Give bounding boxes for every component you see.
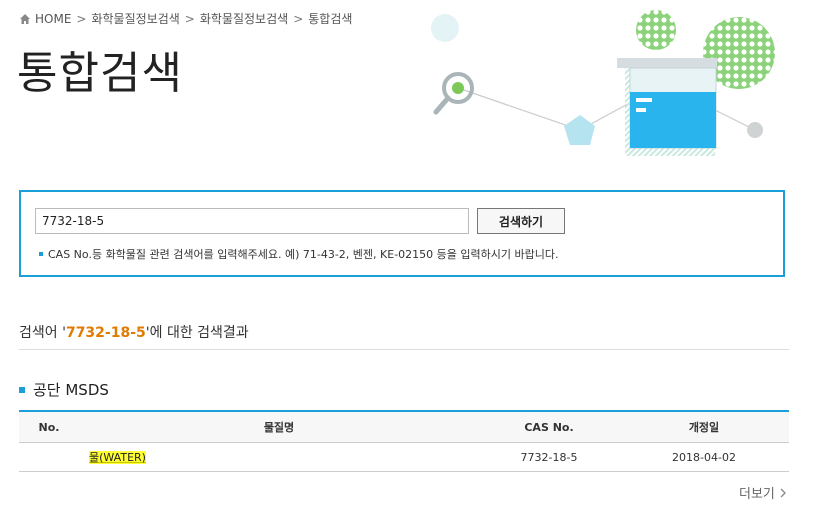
search-panel: 검색하기 CAS No.등 화학물질 관련 검색어를 입력해주세요. 예) 71… <box>19 190 785 277</box>
table-row: 물(WATER) 7732-18-5 2018-04-02 <box>19 442 789 472</box>
page-title: 통합검색 <box>17 48 183 99</box>
bullet-icon <box>39 252 43 256</box>
beaker-icon <box>617 58 717 68</box>
hero-illustration <box>431 10 775 156</box>
section-title-text: 공단 MSDS <box>33 381 109 399</box>
result-suffix: '에 대한 검색결과 <box>145 325 249 341</box>
breadcrumb-item-current: 통합검색 <box>308 12 353 26</box>
result-keyword: 7732-18-5 <box>65 325 146 341</box>
decor-circle-light <box>431 14 459 42</box>
breadcrumb-item-chem-search-2[interactable]: 화학물질정보검색 <box>200 10 288 27</box>
section-bullet-icon <box>19 386 25 393</box>
cell-no <box>19 442 79 472</box>
search-hint-text: CAS No.등 화학물질 관련 검색어를 입력해주세요. 예) 71-43-2… <box>48 248 559 261</box>
result-prefix: 검색어 ' <box>19 325 66 341</box>
column-header-no: No. <box>19 411 79 443</box>
more-link-label: 더보기 <box>739 487 775 502</box>
cell-date: 2018-04-02 <box>619 442 789 472</box>
decor-dot-gray <box>747 122 763 138</box>
breadcrumb-home[interactable]: HOME <box>35 12 71 26</box>
breadcrumb-separator: > <box>293 11 304 26</box>
breadcrumb-item-chem-search-1[interactable]: 화학물질정보검색 <box>91 10 179 27</box>
cell-cas: 7732-18-5 <box>479 442 619 472</box>
column-header-cas: CAS No. <box>479 411 619 443</box>
divider <box>19 349 789 350</box>
substance-link[interactable]: 물(WATER) <box>89 451 146 464</box>
column-header-name: 물질명 <box>79 411 479 443</box>
section-title: 공단 MSDS <box>19 379 109 400</box>
table-header-row: No. 물질명 CAS No. 개정일 <box>19 411 789 443</box>
breadcrumb-separator: > <box>76 11 87 26</box>
decor-pentagon <box>564 115 595 145</box>
search-hint: CAS No.등 화학물질 관련 검색어를 입력해주세요. 예) 71-43-2… <box>39 246 558 262</box>
result-summary: 검색어 '7732-18-5'에 대한 검색결과 <box>19 322 249 342</box>
msds-result-table: No. 물질명 CAS No. 개정일 물(WATER) 7732-18-5 2… <box>19 410 789 472</box>
chevron-right-icon <box>780 488 786 497</box>
column-header-date: 개정일 <box>619 411 789 443</box>
home-icon <box>20 13 30 24</box>
breadcrumb-separator: > <box>184 11 195 26</box>
more-link[interactable]: 더보기 <box>739 483 787 502</box>
breadcrumb: HOME > 화학물질정보검색 > 화학물질정보검색 > 통합검색 <box>19 10 352 27</box>
cell-name: 물(WATER) <box>79 442 479 472</box>
search-input[interactable] <box>35 208 469 234</box>
search-button[interactable]: 검색하기 <box>477 208 565 234</box>
